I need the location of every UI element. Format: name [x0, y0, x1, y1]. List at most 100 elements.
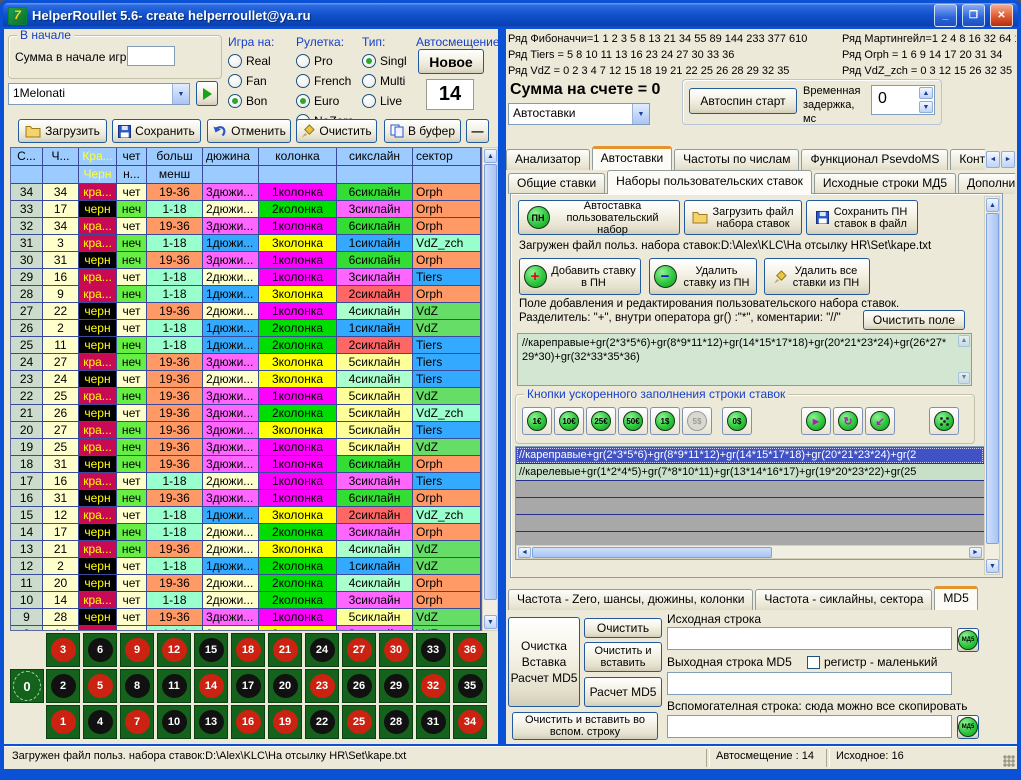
sub-tabs-3[interactable]: Дополнительные	[958, 173, 1015, 194]
roulette-cell-22[interactable]: 22	[305, 705, 339, 739]
scroll-left-icon[interactable]: ◄	[518, 547, 531, 558]
roulette-cell-21[interactable]: 21	[268, 633, 302, 667]
md5-clear-paste-aux-button[interactable]: Очистить и вставить во вспом. строку	[512, 712, 658, 740]
list-item[interactable]: //кареправые+gr(2*3*5*6)+gr(8*9*11*12)+g…	[516, 447, 984, 464]
md5-source-input[interactable]	[667, 627, 952, 650]
quick-paste-button[interactable]: ↙	[865, 407, 895, 435]
roulette-cell-28[interactable]: 28	[379, 705, 413, 739]
spinner-down-icon[interactable]: ▼	[919, 101, 933, 113]
sub-tabs-2[interactable]: Исходные строки МД5	[814, 173, 956, 194]
roulette-cell-11[interactable]: 11	[157, 669, 191, 703]
roulette-cell-3[interactable]: 3	[46, 633, 80, 667]
roulette-cell-9[interactable]: 9	[120, 633, 154, 667]
chevron-down-icon[interactable]: ▼	[632, 104, 649, 124]
load-set-file-button[interactable]: Загрузить файл набора ставок	[684, 200, 802, 235]
roulette-cell-17[interactable]: 17	[231, 669, 265, 703]
quick-coin-25€[interactable]: 25€	[586, 407, 616, 435]
main-tabs-1[interactable]: Автоставки	[592, 146, 673, 170]
to-buffer-button[interactable]: В буфер	[384, 119, 461, 143]
quick-play-button[interactable]: ▶	[801, 407, 831, 435]
roulette-cell-5[interactable]: 5	[83, 669, 117, 703]
sub-tabs-0[interactable]: Общие ставки	[508, 173, 605, 194]
roulette-cell-31[interactable]: 31	[416, 705, 450, 739]
collapse-button[interactable]: —	[466, 119, 489, 143]
close-button[interactable]: ✕	[990, 4, 1013, 27]
quick-coin-0$[interactable]: 0$	[722, 407, 752, 435]
radio-singl[interactable]: Singl	[362, 51, 416, 71]
quick-refresh-button[interactable]: ↻	[833, 407, 863, 435]
header-cell[interactable]	[259, 166, 337, 184]
header-cell[interactable]: С...	[11, 148, 43, 166]
tabs-scroll-left-icon[interactable]: ◄	[986, 151, 1000, 168]
header-cell[interactable]: н...	[117, 166, 147, 184]
main-tabs-3[interactable]: Функционал PsevdoMS	[801, 149, 948, 170]
header-cell[interactable]: колонка	[259, 148, 337, 166]
remove-bet-button[interactable]: − Удалить ставку из ПН	[649, 258, 757, 295]
radio-euro[interactable]: Euro	[296, 91, 360, 111]
md5-clear-button[interactable]: Очистить	[584, 618, 662, 638]
listbox-hscroll-thumb[interactable]	[532, 547, 772, 558]
header-cell[interactable]: Кра...	[79, 148, 117, 166]
bottom-tabs-1[interactable]: Частота - сиклайны, сектора	[755, 589, 932, 610]
header-cell[interactable]	[203, 166, 259, 184]
load-button[interactable]: Загрузить	[18, 119, 107, 143]
bottom-tabs-2[interactable]: MD5	[934, 586, 977, 610]
clear-button[interactable]: Очистить	[296, 119, 377, 143]
table-scrollbar[interactable]: ▲ ▼	[482, 147, 498, 631]
main-tabs-0[interactable]: Анализатор	[506, 149, 590, 170]
titlebar[interactable]: 7 HelperRoullet 5.6- create helperroulle…	[3, 3, 1018, 28]
radio-live[interactable]: Live	[362, 91, 416, 111]
scroll-up-icon[interactable]: ▲	[484, 149, 497, 163]
autobet-custom-set-button[interactable]: ПН Автоставка пользовательский набор	[518, 200, 680, 235]
header-cell[interactable]: больш	[147, 148, 203, 166]
panel-scroll-thumb[interactable]	[986, 213, 999, 544]
undo-button[interactable]: Отменить	[207, 119, 291, 143]
main-tabs-2[interactable]: Частоты по числам	[674, 149, 799, 170]
roulette-cell-36[interactable]: 36	[453, 633, 487, 667]
roulette-cell-8[interactable]: 8	[120, 669, 154, 703]
roulette-cell-16[interactable]: 16	[231, 705, 265, 739]
autospin-start-button[interactable]: Автоспин старт	[689, 88, 797, 114]
radio-pro[interactable]: Pro	[296, 51, 360, 71]
roulette-cell-29[interactable]: 29	[379, 669, 413, 703]
save-set-file-button[interactable]: Сохранить ПН ставок в файл	[806, 200, 918, 235]
tabs-scroll-right-icon[interactable]: ►	[1001, 151, 1015, 168]
resize-grip-icon[interactable]	[1003, 755, 1015, 767]
roulette-cell-14[interactable]: 14	[194, 669, 228, 703]
md5-aux-calc-button[interactable]: МД5	[957, 715, 979, 739]
roulette-cell-34[interactable]: 34	[453, 705, 487, 739]
md5-out-input[interactable]	[667, 672, 952, 695]
scroll-up-icon[interactable]: ▲	[986, 198, 999, 212]
md5-aux-input[interactable]	[667, 715, 952, 738]
roulette-cell-32[interactable]: 32	[416, 669, 450, 703]
header-cell[interactable]: чет	[117, 148, 147, 166]
roulette-cell-23[interactable]: 23	[305, 669, 339, 703]
scroll-down-icon[interactable]: ▼	[986, 559, 999, 573]
roulette-cell-7[interactable]: 7	[120, 705, 154, 739]
maximize-button[interactable]: ❐	[962, 4, 985, 27]
roulette-cell-20[interactable]: 20	[268, 669, 302, 703]
header-cell[interactable]: Черн	[79, 166, 117, 184]
register-checkbox[interactable]	[807, 656, 820, 669]
scroll-up-icon[interactable]: ▲	[958, 335, 970, 347]
roulette-cell-6[interactable]: 6	[83, 633, 117, 667]
run-preset-button[interactable]	[196, 81, 218, 106]
md5-calc-button[interactable]: Расчет MD5	[584, 677, 662, 707]
scroll-right-icon[interactable]: ►	[969, 547, 982, 558]
sub-tabs-1[interactable]: Наборы пользовательских ставок	[607, 170, 812, 194]
quick-coin-1€[interactable]: 1€	[522, 407, 552, 435]
md5-big-button[interactable]: Очистка Вставка Расчет MD5	[508, 617, 580, 707]
scroll-down-icon[interactable]: ▼	[484, 615, 497, 629]
header-cell[interactable]: менш	[147, 166, 203, 184]
header-cell[interactable]	[337, 166, 413, 184]
roulette-cell-1[interactable]: 1	[46, 705, 80, 739]
radio-real[interactable]: Real	[228, 51, 292, 71]
radio-french[interactable]: French	[296, 71, 360, 91]
bet-edit-field[interactable]: //кареправые+gr(2*3*5*6)+gr(8*9*11*12)+g…	[517, 333, 972, 386]
roulette-cell-30[interactable]: 30	[379, 633, 413, 667]
roulette-cell-2[interactable]: 2	[46, 669, 80, 703]
spinner-up-icon[interactable]: ▲	[919, 87, 933, 99]
radio-fan[interactable]: Fan	[228, 71, 292, 91]
quick-coin-10€[interactable]: 10€	[554, 407, 584, 435]
panel-scrollbar[interactable]: ▲ ▼	[984, 196, 1000, 575]
